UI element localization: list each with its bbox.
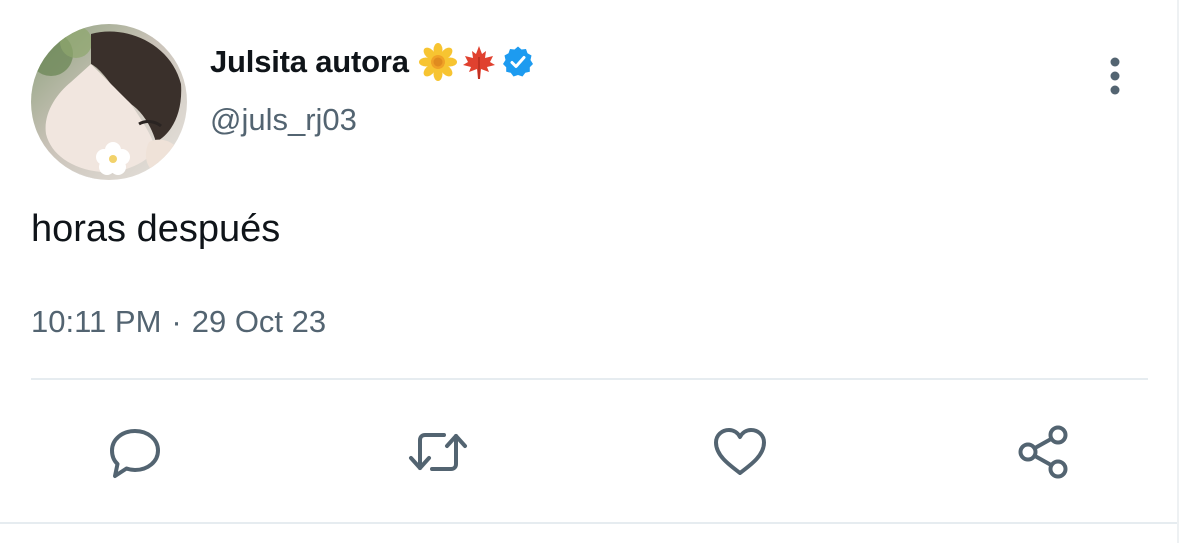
timestamp[interactable]: 10:11 PM · 29 Oct 23	[31, 304, 326, 340]
divider	[31, 378, 1148, 380]
verified-badge-icon[interactable]	[501, 45, 535, 79]
author-handle[interactable]: @juls_rj03	[210, 102, 357, 138]
name-badges	[418, 43, 535, 81]
tweet-date: 29 Oct 23	[191, 304, 327, 339]
more-vertical-icon	[1110, 57, 1120, 95]
retweet-button[interactable]	[406, 420, 470, 484]
maple-leaf-emoji	[462, 46, 495, 79]
bottom-divider	[0, 522, 1179, 524]
tweet-time: 10:11 PM	[31, 304, 162, 339]
heart-icon	[714, 428, 766, 475]
like-button[interactable]	[708, 420, 772, 484]
reply-button[interactable]	[103, 420, 167, 484]
retweet-icon	[409, 433, 467, 471]
avatar-photo	[31, 24, 187, 180]
share-button[interactable]	[1011, 420, 1075, 484]
avatar[interactable]	[31, 24, 187, 180]
more-options-button[interactable]	[1096, 52, 1134, 100]
tweet-text: horas después	[31, 208, 281, 250]
reply-icon	[110, 429, 160, 478]
display-name[interactable]: Julsita autora	[210, 44, 409, 80]
tweet-card: Julsita autora @juls_rj03 horas después …	[0, 0, 1179, 543]
share-icon	[1018, 425, 1068, 479]
author-name-row: Julsita autora	[210, 42, 535, 82]
sunflower-emoji	[418, 43, 457, 81]
timestamp-separator: ·	[171, 304, 182, 339]
